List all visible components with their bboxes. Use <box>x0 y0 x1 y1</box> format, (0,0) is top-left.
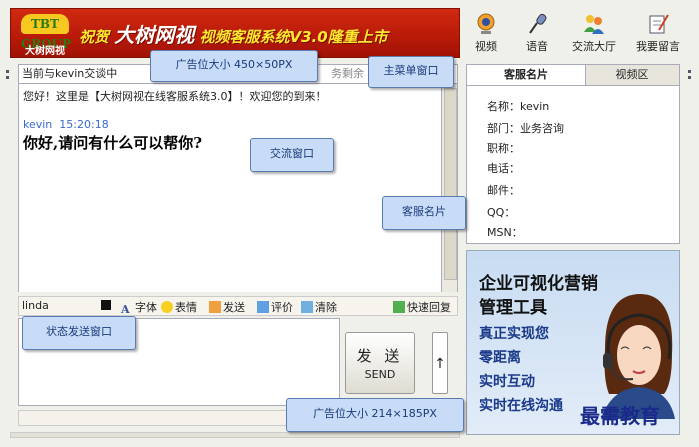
tab-video-area[interactable]: 视频区 <box>585 65 679 85</box>
nickname-label: linda <box>22 299 49 312</box>
ad-line: 实时在线沟通 <box>479 398 563 414</box>
emoji-button-label: 表情 <box>175 301 197 314</box>
rate-button[interactable]: 评价 <box>257 299 293 315</box>
agent-department-field: 部门：业务咨询 <box>487 120 564 136</box>
ad-line: 真正实现您 <box>479 326 549 342</box>
send-button-label: 发 送 <box>356 347 404 365</box>
edge-marker <box>6 76 9 79</box>
callout-side-ad: 广告位大小 214×185PX <box>286 398 464 432</box>
quick-reply-icon <box>393 301 405 313</box>
agent-phone-field: 电话： <box>487 160 520 176</box>
send-mode-button[interactable]: ↑ <box>432 332 448 394</box>
clear-button[interactable]: 清除 <box>301 299 337 315</box>
menu-item-leave-message[interactable]: 我要留言 <box>629 8 687 58</box>
ad-line: 零距离 <box>479 350 521 366</box>
agent-name-field: 名称：kevin <box>487 98 549 114</box>
menu-item-voice-label: 语音 <box>526 40 548 53</box>
field-value: 业务咨询 <box>520 122 564 135</box>
tab-agent-card[interactable]: 客服名片 <box>467 65 586 85</box>
field-label: MSN： <box>487 226 523 239</box>
agent-title-field: 职称： <box>487 140 520 156</box>
clear-icon <box>301 301 313 313</box>
field-label: 电话： <box>487 162 520 175</box>
ad-line: 实时互动 <box>479 374 535 390</box>
bottom-divider <box>10 432 460 438</box>
ad-line: 企业可视化营销 <box>479 274 598 294</box>
menu-item-chat-hall[interactable]: 交流大厅 <box>565 8 623 58</box>
quick-reply-button-label: 快速回复 <box>407 301 451 314</box>
banner-headline: 祝贺 大树网视 视频客服系统V3.0隆重上市 <box>79 19 388 48</box>
field-label: QQ： <box>487 206 516 219</box>
quick-reply-button[interactable]: 快速回复 <box>393 299 451 315</box>
menu-item-leave-message-label: 我要留言 <box>636 40 680 53</box>
font-icon: A <box>121 303 130 316</box>
message-time: 15:20:18 <box>59 118 109 131</box>
agent-msn-field: MSN： <box>487 224 523 240</box>
edge-marker <box>6 70 9 73</box>
font-button[interactable]: A 字体 <box>121 299 157 316</box>
message-meta: kevin 15:20:18 <box>23 118 109 131</box>
edge-marker <box>688 70 691 73</box>
callout-banner-ad: 广告位大小 450×50PX <box>150 50 318 82</box>
emoji-button[interactable]: 表情 <box>161 299 197 315</box>
callout-chat-window: 交流窗口 <box>250 138 334 172</box>
field-label: 名称： <box>487 100 520 113</box>
microphone-icon <box>529 13 547 34</box>
scrollbar-thumb[interactable] <box>444 88 457 280</box>
field-label: 邮件： <box>487 184 520 197</box>
menu-item-chat-hall-label: 交流大厅 <box>572 40 616 53</box>
send-file-button-label: 发送 <box>223 301 245 314</box>
callout-status-send: 状态发送窗口 <box>22 316 136 350</box>
ad-line: 管理工具 <box>479 298 547 318</box>
field-value: kevin <box>520 100 550 113</box>
rate-button-label: 评价 <box>271 301 293 314</box>
rate-icon <box>257 301 269 313</box>
chat-status-text: 当前与kevin交谈中 <box>22 67 118 80</box>
send-button-label-en: SEND <box>364 368 396 381</box>
edge-marker <box>688 76 691 79</box>
color-picker[interactable] <box>101 300 111 310</box>
users-icon <box>584 15 604 34</box>
agent-qq-field: QQ： <box>487 204 515 220</box>
chat-scrollbar[interactable] <box>442 84 458 292</box>
font-button-label: 字体 <box>135 301 157 314</box>
logo-badge: TBT GROUP <box>21 14 71 51</box>
company-logo: TBT GROUP 大树网视 <box>15 12 75 57</box>
field-label: 部门： <box>487 122 520 135</box>
message-text: 你好,请问有什么可以帮你? <box>23 134 203 152</box>
banner-suffix: 视频客服系统V3.0隆重上市 <box>199 28 388 46</box>
callout-agent-card: 客服名片 <box>382 196 466 230</box>
note-icon <box>649 14 669 34</box>
menu-item-video-label: 视频 <box>475 40 497 53</box>
agent-email-field: 邮件： <box>487 182 520 198</box>
right-tabs: 客服名片 视频区 <box>466 64 680 86</box>
chat-header-fragment: 务剩余 <box>331 67 364 80</box>
clear-button-label: 清除 <box>315 301 337 314</box>
message-sender: kevin <box>23 118 53 131</box>
welcome-message: 您好！这里是【大树网视在线客服系统3.0】！欢迎您的到来！ <box>23 90 327 103</box>
input-toolbar: linda A 字体 表情 发送 评价 清除 快速回复 <box>18 296 458 316</box>
banner-prefix: 祝贺 <box>79 28 110 46</box>
menu-item-video[interactable]: 视频 <box>465 8 507 58</box>
smiley-icon <box>161 301 173 313</box>
watermark: 最需教育 <box>580 404 660 428</box>
send-button[interactable]: 发 送 SEND <box>345 332 415 394</box>
field-label: 职称： <box>487 142 520 155</box>
webcam-icon <box>477 13 495 34</box>
agent-card: 名称：kevin 部门：业务咨询 职称： 电话： 邮件： QQ： MSN： <box>466 86 680 244</box>
menu-item-voice[interactable]: 语音 <box>515 8 559 58</box>
main-menu: 视频 语音 交流大厅 我要留言 <box>465 8 691 58</box>
banner-brand: 大树网视 <box>114 23 195 47</box>
chat-window: 您好！这里是【大树网视在线客服系统3.0】！欢迎您的到来！ kevin 15:2… <box>18 84 442 292</box>
logo-caption: 大树网视 <box>25 46 65 57</box>
callout-main-menu: 主菜单窗口 <box>368 56 454 88</box>
envelope-icon <box>209 301 221 313</box>
send-file-button[interactable]: 发送 <box>209 299 245 315</box>
